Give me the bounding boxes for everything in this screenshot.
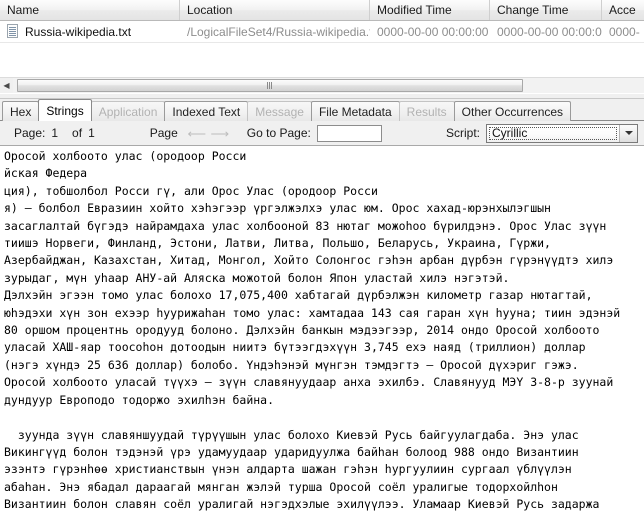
cell-name[interactable]: Russia-wikipedia.txt [0,21,180,43]
tab-strings[interactable]: Strings [38,99,92,121]
cell-change-time: 0000-00-00 00:00:00 [497,24,602,39]
arrow-right-icon[interactable]: ⟶ [208,123,231,143]
cell-modified-time: 0000-00-00 00:00:00 [377,24,489,39]
triangle-left-icon[interactable]: ◀ [0,78,13,93]
content-viewer-tabbar: Hex Strings Application Indexed Text Mes… [0,99,644,121]
strings-text-area[interactable]: Оросой холбоото улас (ородоор Росси йска… [0,146,644,512]
scrollbar-grip-icon [267,82,273,89]
script-label: Script: [445,126,480,140]
goto-page-label: Go to Page: [246,126,311,140]
table-row[interactable]: Russia-wikipedia.txt /LogicalFileSet4/Ru… [0,21,644,43]
tab-file-metadata[interactable]: File Metadata [310,101,400,121]
cell-accessed-time: 0000- [609,24,640,39]
arrow-left-icon[interactable]: ⟵ [185,123,208,143]
strings-text-content: Оросой холбоото улас (ородоор Росси йска… [4,149,621,512]
tab-hex[interactable]: Hex [2,101,40,121]
page-number: 1 [51,126,59,140]
cell-name-text: Russia-wikipedia.txt [25,24,132,39]
tab-indexed-text[interactable]: Indexed Text [164,101,249,121]
chevron-down-icon[interactable] [619,124,637,142]
page-of-label: of [72,126,83,140]
results-table: Name Location Modified Time Change Time … [0,0,644,44]
cell-location: /LogicalFileSet4/Russia-wikipedia.txt [187,24,370,39]
strings-viewer-window: Name Location Modified Time Change Time … [0,0,644,512]
scrollbar-track[interactable] [13,78,644,93]
script-dropdown-value: Cyrillic [488,126,618,141]
column-header-accessed-time[interactable]: Acce [602,0,644,20]
table-column-headers: Name Location Modified Time Change Time … [0,0,644,21]
tab-other-occurrences[interactable]: Other Occurrences [453,101,572,121]
column-header-location[interactable]: Location [180,0,370,20]
results-horizontal-scrollbar[interactable]: ◀ [0,77,644,93]
results-empty-area [0,44,644,77]
column-header-modified-time[interactable]: Modified Time [370,0,490,20]
column-header-name[interactable]: Name [0,0,180,20]
scrollbar-thumb[interactable] [17,79,523,92]
page-label: Page: [14,126,46,140]
tab-message: Message [247,101,312,121]
tab-results: Results [398,101,455,121]
script-dropdown[interactable]: Cyrillic [486,123,638,143]
strings-toolbar: Page: 1 of 1 Page ⟵ ⟶ Go to Page: Script… [0,121,644,146]
page-total: 1 [88,126,95,140]
column-header-change-time[interactable]: Change Time [490,0,602,20]
text-file-icon [6,24,19,39]
page-nav-label: Page [149,126,178,140]
tab-application: Application [90,101,166,121]
goto-page-input[interactable] [316,124,382,142]
